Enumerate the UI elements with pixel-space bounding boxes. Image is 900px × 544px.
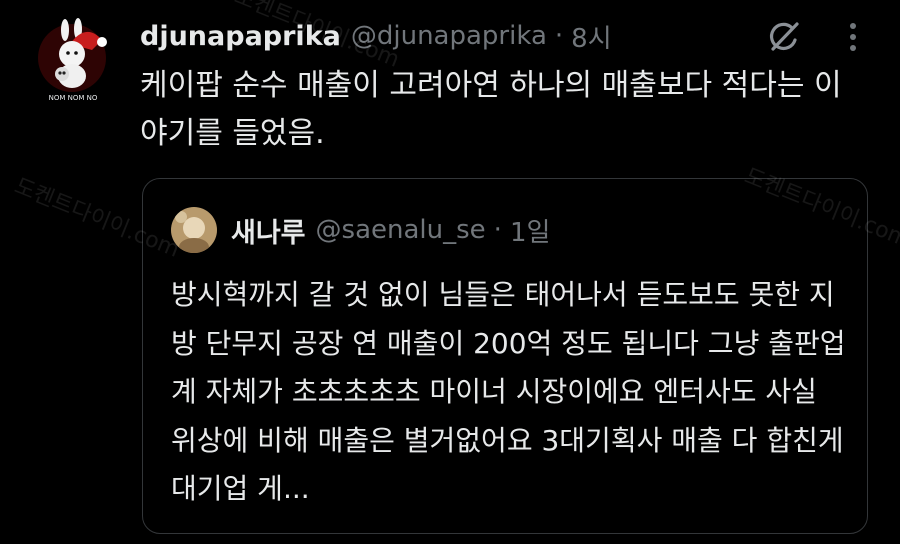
grok-icon bbox=[769, 22, 799, 51]
quoted-avatar-icon bbox=[171, 207, 217, 253]
grok-button[interactable] bbox=[764, 18, 802, 56]
author-handle[interactable]: @djunapaprika bbox=[351, 21, 547, 51]
quoted-timestamp[interactable]: 1일 bbox=[510, 212, 550, 249]
bunny-avatar-icon: NOM NOM NO bbox=[38, 18, 107, 102]
quoted-header: 새나루 @saenalu_se · 1일 bbox=[231, 207, 550, 253]
more-options-button[interactable] bbox=[838, 20, 868, 54]
svg-text:NOM NOM NO: NOM NOM NO bbox=[49, 94, 98, 102]
author-name[interactable]: djunapaprika bbox=[140, 21, 341, 52]
quoted-tweet[interactable]: 새나루 @saenalu_se · 1일 방시혁까지 갈 것 없이 님들은 태어… bbox=[142, 178, 868, 534]
quoted-author-name[interactable]: 새나루 bbox=[231, 211, 306, 250]
more-options-icon bbox=[850, 23, 856, 51]
quoted-separator-dot: · bbox=[493, 215, 502, 245]
quoted-author-handle[interactable]: @saenalu_se bbox=[316, 215, 486, 245]
tweet-timestamp[interactable]: 8시 bbox=[571, 18, 611, 55]
quoted-author-avatar[interactable] bbox=[171, 207, 217, 253]
quoted-text: 방시혁까지 갈 것 없이 님들은 태어나서 듣도보도 못한 지방 단무지 공장 … bbox=[171, 278, 846, 505]
author-avatar[interactable]: NOM NOM NO bbox=[34, 14, 112, 102]
tweet-text: 케이팝 순수 매출이 고려아연 하나의 매출보다 적다는 이야기를 들었음. bbox=[140, 68, 842, 151]
tweet-header: djunapaprika @djunapaprika · 8시 bbox=[140, 16, 612, 56]
separator-dot: · bbox=[554, 21, 564, 51]
